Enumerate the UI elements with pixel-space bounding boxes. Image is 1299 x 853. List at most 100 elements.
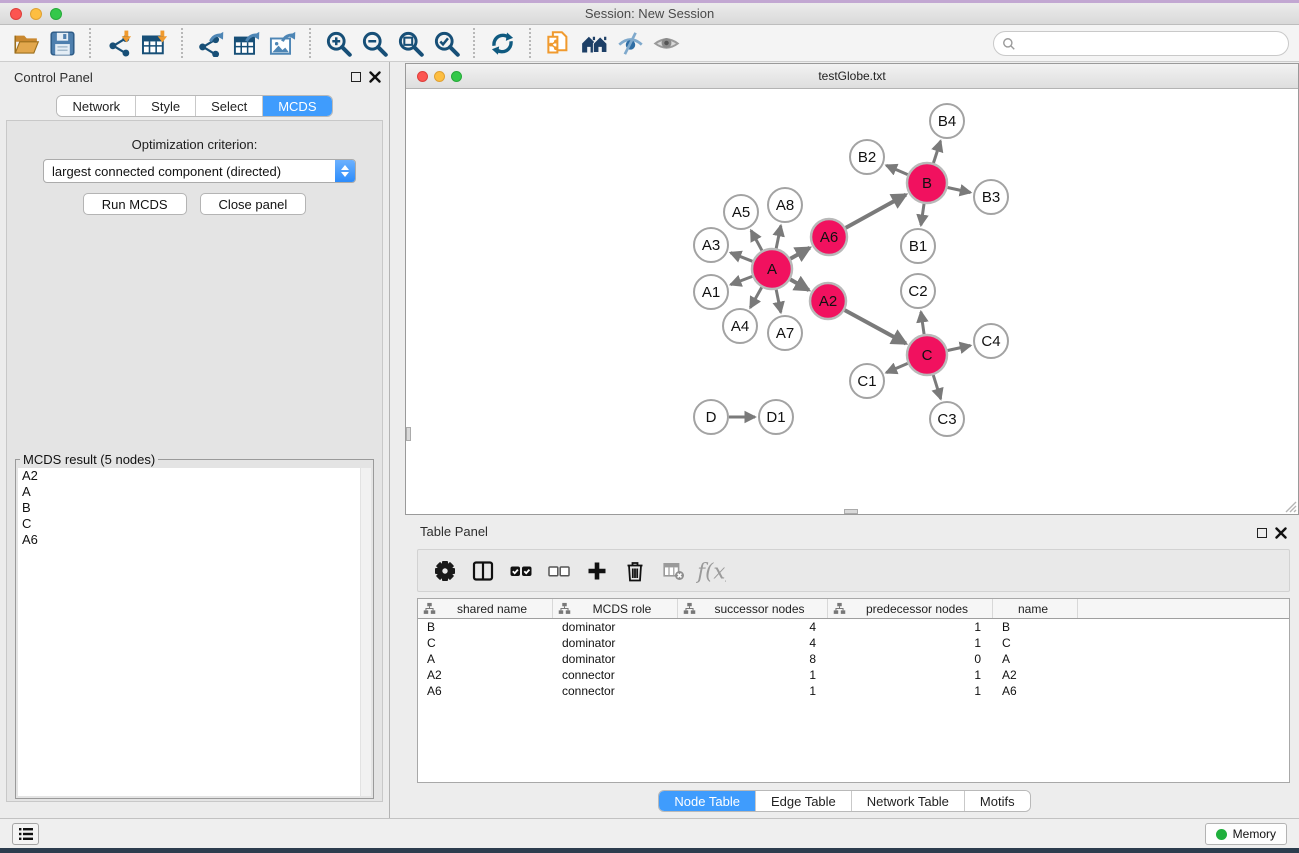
edge-A-A1[interactable] bbox=[731, 276, 753, 284]
edge-A-A5[interactable] bbox=[751, 230, 762, 250]
export-network-button[interactable] bbox=[192, 27, 228, 59]
select-all-columns-button[interactable] bbox=[504, 554, 537, 588]
unselect-all-columns-button[interactable] bbox=[542, 554, 575, 588]
save-session-button[interactable] bbox=[44, 27, 80, 59]
node-B1[interactable]: B1 bbox=[901, 229, 935, 263]
mcds-result-item[interactable]: A2 bbox=[18, 468, 371, 484]
delete-column-button[interactable] bbox=[618, 554, 651, 588]
edge-A-A2[interactable] bbox=[790, 279, 809, 290]
table-tab-edge-table[interactable]: Edge Table bbox=[756, 791, 852, 811]
edge-A-A4[interactable] bbox=[750, 287, 761, 307]
node-C2[interactable]: C2 bbox=[901, 274, 935, 308]
show-columns-button[interactable] bbox=[466, 554, 499, 588]
zoom-out-button[interactable] bbox=[356, 27, 392, 59]
edge-A6-B[interactable] bbox=[846, 195, 906, 228]
node-A6[interactable]: A6 bbox=[811, 219, 847, 255]
edge-B-B1[interactable] bbox=[921, 204, 924, 225]
tab-select[interactable]: Select bbox=[196, 96, 263, 116]
column-header-predecessor-nodes[interactable]: predecessor nodes bbox=[828, 599, 993, 618]
edge-C-C1[interactable] bbox=[886, 363, 907, 372]
mcds-result-item[interactable]: A6 bbox=[18, 532, 371, 548]
edge-A-A6[interactable] bbox=[790, 248, 810, 259]
column-header-MCDS-role[interactable]: MCDS role bbox=[553, 599, 678, 618]
float-panel-icon[interactable] bbox=[351, 72, 361, 82]
table-float-panel-icon[interactable] bbox=[1257, 528, 1267, 538]
tab-mcds[interactable]: MCDS bbox=[263, 96, 331, 116]
close-panel-icon[interactable] bbox=[369, 71, 381, 83]
node-B4[interactable]: B4 bbox=[930, 104, 964, 138]
mcds-result-item[interactable]: C bbox=[18, 516, 371, 532]
zoom-in-button[interactable] bbox=[320, 27, 356, 59]
table-row[interactable]: Bdominator41B bbox=[418, 619, 1289, 635]
node-A8[interactable]: A8 bbox=[768, 188, 802, 222]
run-mcds-button[interactable]: Run MCDS bbox=[83, 193, 187, 215]
table-tab-node-table[interactable]: Node Table bbox=[659, 791, 756, 811]
zoom-fit-button[interactable] bbox=[392, 27, 428, 59]
search-input[interactable] bbox=[1020, 37, 1288, 51]
table-tab-network-table[interactable]: Network Table bbox=[852, 791, 965, 811]
node-A4[interactable]: A4 bbox=[723, 309, 757, 343]
result-scrollbar[interactable] bbox=[360, 468, 371, 796]
mcds-result-item[interactable]: B bbox=[18, 500, 371, 516]
hide-selected-button[interactable] bbox=[612, 27, 648, 59]
task-history-button[interactable] bbox=[12, 823, 39, 845]
left-splitter-handle[interactable] bbox=[406, 427, 411, 441]
tab-style[interactable]: Style bbox=[136, 96, 196, 116]
search-box[interactable] bbox=[993, 31, 1289, 56]
node-D[interactable]: D bbox=[694, 400, 728, 434]
column-header-name[interactable]: name bbox=[993, 599, 1078, 618]
node-B2[interactable]: B2 bbox=[850, 140, 884, 174]
first-neighbors-button[interactable] bbox=[576, 27, 612, 59]
table-close-panel-icon[interactable] bbox=[1275, 527, 1287, 539]
table-row[interactable]: Cdominator41C bbox=[418, 635, 1289, 651]
node-B3[interactable]: B3 bbox=[974, 180, 1008, 214]
criterion-dropdown[interactable]: largest connected component (directed) bbox=[43, 159, 356, 183]
node-C3[interactable]: C3 bbox=[930, 402, 964, 436]
mcds-result-item[interactable]: A bbox=[18, 484, 371, 500]
mcds-result-list[interactable]: A2ABCA6 bbox=[18, 468, 371, 796]
table-tab-motifs[interactable]: Motifs bbox=[965, 791, 1030, 811]
tab-network[interactable]: Network bbox=[57, 96, 136, 116]
edge-C-C3[interactable] bbox=[933, 375, 940, 399]
edge-A2-C[interactable] bbox=[845, 310, 906, 343]
node-C4[interactable]: C4 bbox=[974, 324, 1008, 358]
node-C[interactable]: C bbox=[907, 335, 947, 375]
export-image-button[interactable] bbox=[264, 27, 300, 59]
node-A3[interactable]: A3 bbox=[694, 228, 728, 262]
table-row[interactable]: A2connector11A2 bbox=[418, 667, 1289, 683]
edge-B-B4[interactable] bbox=[933, 141, 940, 163]
memory-button[interactable]: Memory bbox=[1205, 823, 1287, 845]
node-C1[interactable]: C1 bbox=[850, 364, 884, 398]
resize-grip-icon[interactable] bbox=[1283, 499, 1297, 513]
node-A5[interactable]: A5 bbox=[724, 195, 758, 229]
edge-A-A8[interactable] bbox=[776, 226, 781, 249]
create-column-button[interactable] bbox=[580, 554, 613, 588]
node-B[interactable]: B bbox=[907, 163, 947, 203]
node-A1[interactable]: A1 bbox=[694, 275, 728, 309]
edge-B-B3[interactable] bbox=[948, 187, 971, 192]
table-row[interactable]: A6connector11A6 bbox=[418, 683, 1289, 699]
edge-C-C2[interactable] bbox=[921, 312, 924, 334]
node-A7[interactable]: A7 bbox=[768, 316, 802, 350]
import-table-button[interactable] bbox=[136, 27, 172, 59]
refresh-layout-button[interactable] bbox=[484, 27, 520, 59]
node-A[interactable]: A bbox=[752, 249, 792, 289]
column-header-successor-nodes[interactable]: successor nodes bbox=[678, 599, 828, 618]
zoom-selected-button[interactable] bbox=[428, 27, 464, 59]
close-panel-button[interactable]: Close panel bbox=[200, 193, 307, 215]
column-header-shared-name[interactable]: shared name bbox=[418, 599, 553, 618]
table-settings-button[interactable] bbox=[428, 554, 461, 588]
node-A2[interactable]: A2 bbox=[810, 283, 846, 319]
network-canvas[interactable]: B4 B2 B B3 A5 A8 A6 B1 A3 A C2 A1 A2 A4 A7 C4 C C1 C3 D D1 bbox=[406, 89, 1298, 514]
edge-A-A3[interactable] bbox=[731, 253, 753, 262]
node-D1[interactable]: D1 bbox=[759, 400, 793, 434]
new-network-from-selection-button[interactable] bbox=[540, 27, 576, 59]
table-row[interactable]: Adominator80A bbox=[418, 651, 1289, 667]
edge-C-C4[interactable] bbox=[948, 345, 971, 350]
show-all-button[interactable] bbox=[648, 27, 684, 59]
open-file-button[interactable] bbox=[8, 27, 44, 59]
import-network-button[interactable] bbox=[100, 27, 136, 59]
edge-B-B2[interactable] bbox=[886, 165, 907, 174]
export-table-button[interactable] bbox=[228, 27, 264, 59]
edge-A-A7[interactable] bbox=[776, 290, 781, 313]
